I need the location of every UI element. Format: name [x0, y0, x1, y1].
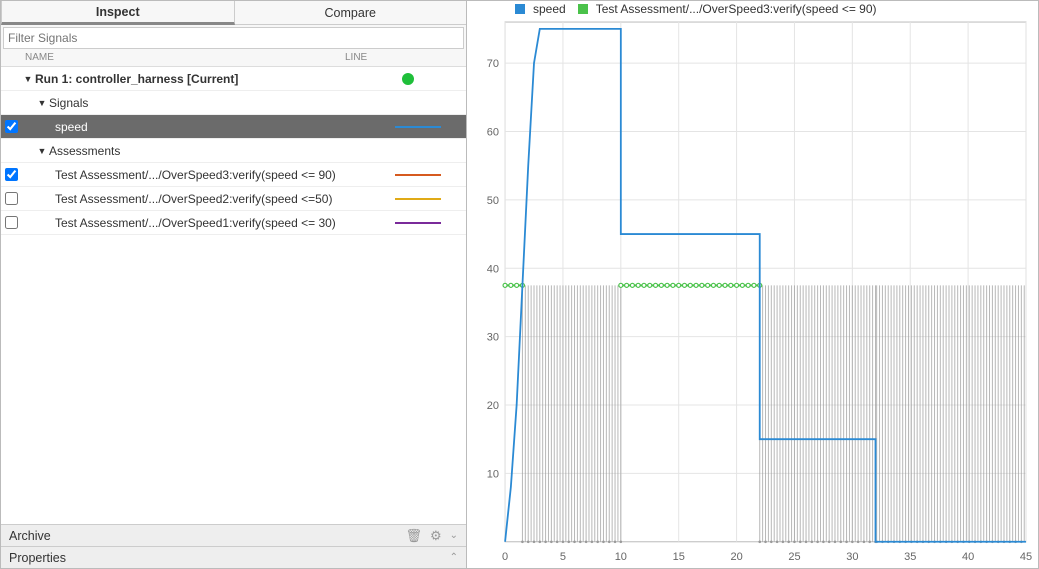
inspector-panel: Inspect Compare NAME LINE ▼ Run 1: contr…	[1, 1, 467, 568]
run-label: Run 1: controller_harness [Current]	[35, 72, 355, 86]
legend-label-1: speed	[533, 2, 566, 16]
caret-down-icon: ▼	[35, 146, 49, 156]
chevron-up-icon[interactable]: ⌃	[450, 552, 458, 563]
chart-legend: speed Test Assessment/.../OverSpeed3:ver…	[467, 1, 1038, 16]
signal-row-over3[interactable]: Test Assessment/.../OverSpeed3:verify(sp…	[1, 163, 466, 187]
svg-text:20: 20	[487, 400, 499, 412]
archive-bar[interactable]: Archive 🗑 ⚙ ⌄	[1, 524, 466, 546]
signal-label: Test Assessment/.../OverSpeed1:verify(sp…	[55, 216, 375, 230]
svg-text:30: 30	[487, 332, 499, 344]
signal-row-over2[interactable]: Test Assessment/.../OverSpeed2:verify(sp…	[1, 187, 466, 211]
svg-text:40: 40	[487, 263, 499, 275]
assessments-group-row[interactable]: ▼ Assessments	[1, 139, 466, 163]
trash-icon[interactable]: 🗑	[405, 528, 422, 544]
properties-label: Properties	[9, 551, 66, 565]
signal-tree: ▼ Run 1: controller_harness [Current] ▼ …	[1, 67, 466, 524]
chart-plot[interactable]: 0 5 10 15 20 25 30 35 40 45 10 20 30 40 50 60 70	[467, 16, 1038, 568]
column-line: LINE	[345, 52, 462, 63]
panel-tabs: Inspect Compare	[1, 1, 466, 25]
signal-checkbox[interactable]	[5, 120, 18, 133]
caret-down-icon: ▼	[21, 74, 35, 84]
signals-group-row[interactable]: ▼ Signals	[1, 91, 466, 115]
svg-text:30: 30	[846, 551, 858, 563]
assessments-group-label: Assessments	[49, 144, 369, 158]
signal-checkbox[interactable]	[5, 216, 18, 229]
line-swatch-icon	[395, 222, 441, 224]
archive-label: Archive	[9, 529, 51, 543]
signal-checkbox[interactable]	[5, 192, 18, 205]
column-name: NAME	[5, 52, 345, 63]
signal-row-speed[interactable]: speed	[1, 115, 466, 139]
legend-swatch-icon	[578, 4, 588, 14]
svg-text:40: 40	[962, 551, 974, 563]
svg-text:20: 20	[730, 551, 742, 563]
chevron-down-icon[interactable]: ⌄	[450, 530, 458, 541]
tab-compare[interactable]: Compare	[235, 1, 467, 25]
signal-label: Test Assessment/.../OverSpeed3:verify(sp…	[55, 168, 375, 182]
svg-text:50: 50	[487, 195, 499, 207]
svg-text:10: 10	[487, 468, 499, 480]
svg-text:70: 70	[487, 58, 499, 70]
legend-label-2: Test Assessment/.../OverSpeed3:verify(sp…	[596, 2, 877, 16]
column-headers: NAME LINE	[1, 49, 466, 67]
line-swatch-icon	[395, 126, 441, 128]
properties-bar[interactable]: Properties ⌃	[1, 546, 466, 568]
svg-text:60: 60	[487, 127, 499, 139]
signal-checkbox[interactable]	[5, 168, 18, 181]
line-swatch-icon	[395, 198, 441, 200]
filter-signals-input[interactable]	[4, 28, 463, 48]
tab-inspect[interactable]: Inspect	[1, 1, 235, 25]
gear-icon[interactable]: ⚙	[430, 528, 442, 544]
status-dot-icon	[402, 73, 414, 85]
run-row[interactable]: ▼ Run 1: controller_harness [Current]	[1, 67, 466, 91]
chart-panel: speed Test Assessment/.../OverSpeed3:ver…	[467, 1, 1038, 568]
svg-text:10: 10	[615, 551, 627, 563]
signal-label: speed	[55, 120, 375, 134]
svg-text:5: 5	[560, 551, 566, 563]
filter-signals-container	[3, 27, 464, 49]
svg-text:15: 15	[673, 551, 685, 563]
caret-down-icon: ▼	[35, 98, 49, 108]
signal-label: Test Assessment/.../OverSpeed2:verify(sp…	[55, 192, 375, 206]
svg-text:45: 45	[1020, 551, 1032, 563]
signal-row-over1[interactable]: Test Assessment/.../OverSpeed1:verify(sp…	[1, 211, 466, 235]
legend-swatch-icon	[515, 4, 525, 14]
svg-text:35: 35	[904, 551, 916, 563]
signals-group-label: Signals	[49, 96, 369, 110]
svg-text:0: 0	[502, 551, 508, 563]
svg-text:25: 25	[788, 551, 800, 563]
line-swatch-icon	[395, 174, 441, 176]
